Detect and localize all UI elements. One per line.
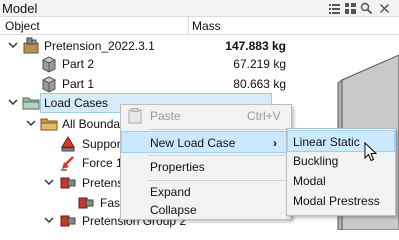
submenu-label-modal: Modal: [293, 174, 326, 188]
search-icon[interactable]: [360, 2, 373, 15]
submenu-item-modal-prestress[interactable]: Modal Prestress: [287, 190, 395, 212]
submenu-label-modal-prestress: Modal Prestress: [293, 194, 380, 208]
tree-label-part1: Part 1: [62, 77, 95, 91]
menu-label-paste: Paste: [150, 109, 181, 123]
chevron-down-icon[interactable]: [44, 215, 54, 225]
support-constraint-icon: [61, 136, 75, 152]
submenu-label-buckling: Buckling: [293, 154, 339, 168]
bolt-group-icon: [60, 177, 76, 189]
tree-label-root: Pretension_2022.3.1: [44, 39, 155, 53]
menu-label-properties: Properties: [150, 160, 205, 174]
folder-icon: [40, 118, 58, 131]
menu-item-paste[interactable]: Paste Ctrl+V: [121, 105, 291, 127]
menu-separator: [149, 129, 289, 130]
tree-label-part2: Part 2: [62, 57, 95, 71]
submenu-new-load-case: Linear Static Buckling Modal Modal Prest…: [286, 128, 396, 216]
tree-row-part2[interactable]: Part 2 67.219 kg: [0, 53, 290, 75]
column-header-mass[interactable]: Mass: [192, 19, 221, 33]
mouse-cursor-icon: [364, 142, 378, 162]
submenu-item-modal[interactable]: Modal: [287, 170, 395, 192]
mass-part1: 80.663 kg: [233, 77, 286, 91]
column-header-object[interactable]: Object: [5, 19, 40, 33]
bolt-group-icon: [60, 215, 76, 227]
mass-part2: 67.219 kg: [233, 57, 286, 71]
tree-label-force: Force 1: [82, 156, 123, 170]
panel-title: Model: [2, 1, 38, 16]
chevron-down-icon[interactable]: [44, 177, 54, 187]
context-menu: Paste Ctrl+V New Load Case › Properties …: [120, 104, 292, 220]
grid-view-icon[interactable]: [344, 2, 357, 15]
close-icon[interactable]: [378, 2, 391, 15]
panel-titlebar: Model: [0, 0, 399, 17]
menu-item-properties[interactable]: Properties: [121, 156, 291, 178]
menu-item-collapse[interactable]: Collapse: [121, 199, 291, 221]
column-divider[interactable]: [188, 17, 189, 35]
submenu-arrow-icon: ›: [273, 136, 277, 150]
tree-label-load-cases: Load Cases: [44, 96, 109, 110]
folder-icon: [22, 97, 40, 110]
menu-label-collapse: Collapse: [150, 203, 197, 217]
clipboard-icon: [128, 108, 142, 124]
submenu-item-linear-static[interactable]: Linear Static: [287, 130, 395, 152]
part-cube-icon: [41, 76, 57, 93]
part-cube-icon: [41, 56, 57, 73]
chevron-down-icon[interactable]: [8, 97, 18, 107]
submenu-item-buckling[interactable]: Buckling: [287, 150, 395, 172]
tree-label-support: Support: [82, 137, 125, 151]
chevron-down-icon[interactable]: [8, 40, 18, 50]
chevron-down-icon[interactable]: [26, 118, 36, 128]
menu-item-new-load-case[interactable]: New Load Case ›: [121, 131, 291, 153]
menu-shortcut-paste: Ctrl+V: [247, 109, 281, 123]
menu-label-new-load-case: New Load Case: [150, 136, 236, 150]
force-arrow-icon: [61, 156, 74, 171]
mass-root: 147.883 kg: [225, 39, 286, 53]
column-header-bar: Object Mass: [0, 17, 399, 35]
list-view-icon[interactable]: [328, 2, 341, 15]
